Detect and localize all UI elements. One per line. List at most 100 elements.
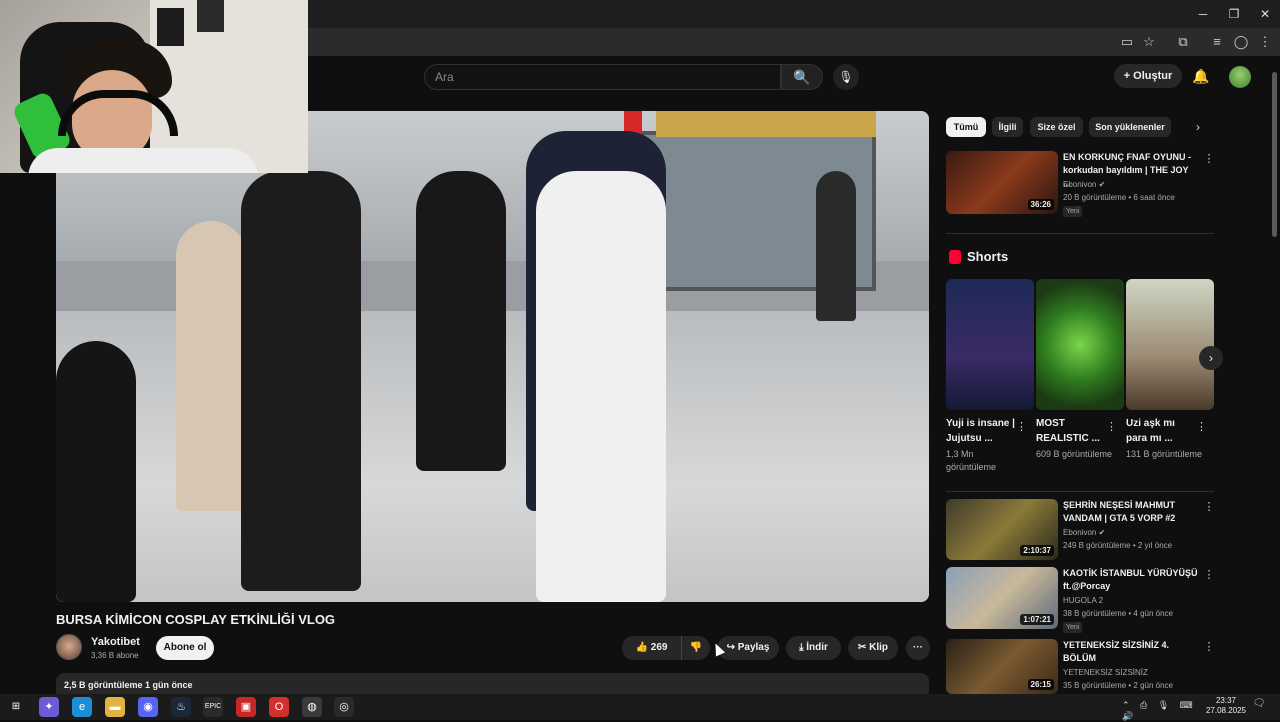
short-views: 609 B görüntüleme bbox=[1036, 449, 1113, 459]
subscribe-button[interactable]: Abone ol bbox=[156, 636, 214, 660]
taskbar-copilot-icon[interactable]: ✦ bbox=[39, 697, 59, 717]
chip-for-you[interactable]: Size özel bbox=[1030, 117, 1083, 137]
channel-avatar[interactable] bbox=[56, 634, 82, 660]
video-thumbnail[interactable]: 26:15 bbox=[946, 639, 1058, 694]
taskbar-opera-icon[interactable]: O bbox=[269, 697, 289, 717]
short-views: 1,3 Mn görüntüleme bbox=[946, 449, 997, 472]
video-item-title[interactable]: KAOTİK İSTANBUL YÜRÜYÜŞÜ ft.@Porcay bbox=[1063, 567, 1198, 593]
video-duration: 2:10:37 bbox=[1020, 545, 1054, 556]
short-thumbnail[interactable] bbox=[1036, 279, 1124, 410]
taskbar-edge-icon[interactable]: e bbox=[72, 697, 92, 717]
short-thumbnail[interactable] bbox=[1126, 279, 1214, 410]
extensions-icon[interactable]: ⧉ bbox=[1173, 32, 1193, 52]
taskbar bbox=[0, 694, 1280, 720]
share-button[interactable]: ↪ Paylaş bbox=[717, 636, 779, 660]
video-item-menu[interactable]: ⋮ bbox=[1203, 640, 1215, 653]
new-badge: Yeni bbox=[1063, 622, 1083, 633]
taskbar-obs-icon[interactable]: ◎ bbox=[334, 697, 354, 717]
bell-icon[interactable]: 🔔 bbox=[1191, 66, 1211, 86]
video-person bbox=[56, 341, 136, 602]
video-item-menu[interactable]: ⋮ bbox=[1203, 568, 1215, 581]
profile-icon[interactable]: ◯ bbox=[1231, 32, 1251, 52]
taskbar-file-explorer-icon[interactable]: ▬ bbox=[105, 697, 125, 717]
voice-search-button[interactable]: 🎙 bbox=[833, 64, 859, 90]
create-button[interactable]: + Oluştur bbox=[1114, 64, 1182, 88]
cast-icon[interactable]: ▭ bbox=[1117, 32, 1137, 52]
subscriber-count: 3,36 B abone bbox=[91, 651, 139, 660]
like-button[interactable]: 👍 269 bbox=[622, 636, 682, 660]
clock-date: 27.08.2025 bbox=[1205, 706, 1247, 715]
mic-icon: 🎙 bbox=[838, 70, 854, 84]
video-item-meta: 35 B görüntüleme • 2 gün önce bbox=[1063, 681, 1173, 690]
video-duration: 36:26 bbox=[1027, 199, 1054, 210]
video-person bbox=[241, 171, 361, 591]
close-button[interactable]: ✕ bbox=[1248, 4, 1280, 24]
video-item-meta: 20 B görüntüleme • 6 saat önce bbox=[1063, 193, 1175, 202]
windows-start-icon[interactable]: ⊞ bbox=[6, 697, 26, 717]
taskbar-epic-games-icon[interactable]: EPIC bbox=[203, 697, 223, 717]
like-dislike-group: 👍 269 👎 bbox=[622, 636, 710, 660]
shorts-heading: Shorts bbox=[967, 249, 1009, 264]
scrollbar[interactable] bbox=[1270, 64, 1278, 694]
video-duration: 1:07:21 bbox=[1020, 614, 1054, 625]
video-person bbox=[816, 171, 856, 321]
menu-icon[interactable]: ⋮ bbox=[1255, 32, 1275, 52]
video-thumbnail[interactable]: 36:26 bbox=[946, 151, 1058, 214]
search-button[interactable]: 🔍 bbox=[781, 64, 823, 90]
more-actions-button[interactable]: ··· bbox=[906, 636, 930, 660]
video-item-title[interactable]: YETENEKSİZ SİZSİNİZ 4. BÖLÜM bbox=[1063, 639, 1198, 665]
video-player[interactable] bbox=[56, 111, 929, 602]
short-title[interactable]: Uzi aşk mı para mı ... bbox=[1126, 416, 1198, 446]
video-person bbox=[416, 171, 506, 471]
taskbar-chrome-icon[interactable]: ◍ bbox=[302, 697, 322, 717]
short-thumbnail[interactable] bbox=[946, 279, 1034, 410]
video-sign bbox=[656, 111, 876, 137]
chip-related[interactable]: İlgili bbox=[992, 117, 1023, 137]
view-count: 2,5 B görüntüleme 1 gün önce bbox=[64, 680, 193, 690]
video-item-menu[interactable]: ⋮ bbox=[1203, 500, 1215, 513]
short-views: 131 B görüntüleme bbox=[1126, 449, 1203, 459]
video-item-channel[interactable]: Ebonivon ✔ bbox=[1063, 528, 1105, 537]
taskbar-steam-icon[interactable]: ♨ bbox=[171, 697, 191, 717]
video-item-meta: 249 B görüntüleme • 2 yıl önce bbox=[1063, 541, 1173, 550]
clock[interactable]: 23:37 27.08.2025 bbox=[1200, 696, 1252, 716]
download-button[interactable]: ⤓ İndir bbox=[786, 636, 841, 660]
video-item-meta: 38 B görüntüleme • 4 gün önce bbox=[1063, 609, 1173, 618]
short-menu[interactable]: ⋮ bbox=[1196, 420, 1207, 433]
video-item-channel[interactable]: HUGOLA 2 bbox=[1063, 596, 1103, 605]
system-tray[interactable]: ⌃ ⎙ 🎙 ⌨ 🔊 bbox=[1122, 700, 1202, 722]
maximize-button[interactable]: ❐ bbox=[1217, 4, 1251, 24]
video-title: BURSA KİMİCON COSPLAY ETKİNLİĞİ VLOG bbox=[56, 612, 336, 627]
chip-recent[interactable]: Son yüklenenler bbox=[1089, 117, 1171, 137]
chip-all[interactable]: Tümü bbox=[946, 117, 986, 137]
webcam-overlay bbox=[0, 0, 308, 173]
video-item-channel[interactable]: Ebonivon ✔ bbox=[1063, 180, 1105, 189]
short-menu[interactable]: ⋮ bbox=[1106, 420, 1117, 433]
taskbar-app-red-icon[interactable]: ▣ bbox=[236, 697, 256, 717]
account-avatar[interactable] bbox=[1229, 66, 1251, 88]
chevron-right-icon[interactable]: › bbox=[1189, 118, 1207, 136]
video-person bbox=[536, 171, 666, 602]
video-thumbnail[interactable]: 1:07:21 bbox=[946, 567, 1058, 629]
short-menu[interactable]: ⋮ bbox=[1016, 420, 1027, 433]
search-input[interactable]: Ara bbox=[424, 64, 781, 90]
dislike-button[interactable]: 👎 bbox=[682, 636, 710, 660]
video-item-title[interactable]: ŞEHRİN NEŞESİ MAHMUT VANDAM | GTA 5 VORP… bbox=[1063, 499, 1198, 525]
new-badge: Yeni bbox=[1063, 206, 1083, 217]
video-item-menu[interactable]: ⋮ bbox=[1203, 152, 1215, 165]
taskbar-discord-icon[interactable]: ◉ bbox=[138, 697, 158, 717]
media-icon[interactable]: ≡ bbox=[1207, 32, 1227, 52]
short-title[interactable]: Yuji is insane | Jujutsu ... bbox=[946, 416, 1018, 446]
short-title[interactable]: MOST REALISTIC ... bbox=[1036, 416, 1108, 446]
notification-icon[interactable]: 🗨 bbox=[1252, 698, 1266, 712]
video-duration: 26:15 bbox=[1027, 679, 1054, 690]
channel-name[interactable]: Yakotibet bbox=[91, 636, 140, 648]
clock-time: 23:37 bbox=[1215, 696, 1237, 705]
clip-button[interactable]: ✂ Klip bbox=[848, 636, 898, 660]
video-item-channel[interactable]: YETENEKSİZ SİZSİNİZ bbox=[1063, 668, 1148, 677]
star-icon[interactable]: ☆ bbox=[1139, 32, 1159, 52]
chevron-right-icon[interactable]: › bbox=[1199, 346, 1223, 370]
divider bbox=[946, 491, 1214, 492]
minimize-button[interactable]: ─ bbox=[1186, 4, 1220, 24]
video-thumbnail[interactable]: 2:10:37 bbox=[946, 499, 1058, 560]
